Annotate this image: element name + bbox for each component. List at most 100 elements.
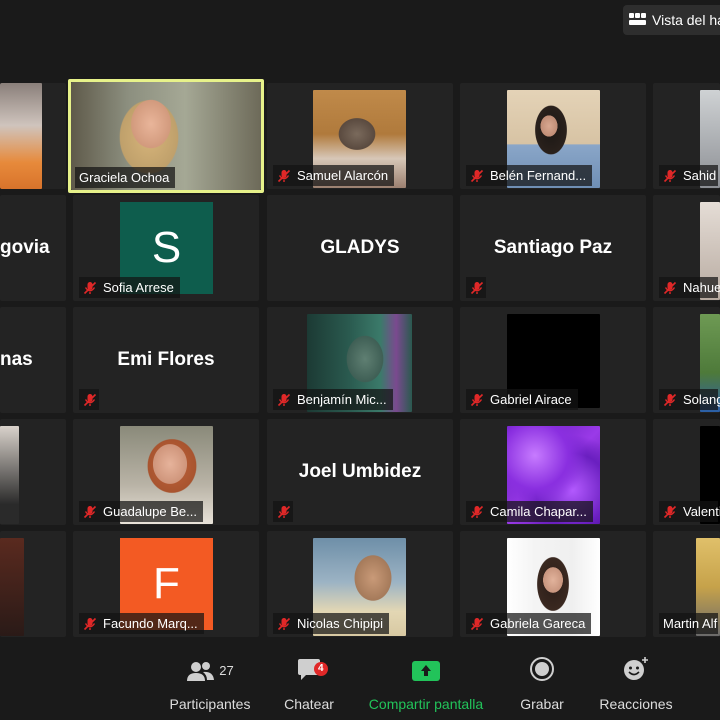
participant-name: Gabriel Airace	[490, 392, 572, 407]
record-button[interactable]: Grabar	[508, 648, 576, 720]
muted-microphone-icon	[277, 617, 291, 631]
participant-nameplate: Samuel Alarcón	[273, 165, 395, 186]
participant-nameplate: Solang	[659, 389, 720, 410]
view-mode-label: Vista del ha	[652, 12, 720, 28]
muted-microphone-icon	[83, 393, 97, 407]
chat-button[interactable]: 4 Chatear	[272, 648, 346, 720]
participant-name: Nahue	[683, 280, 720, 295]
muted-microphone-icon	[663, 169, 677, 183]
chat-unread-badge: 4	[314, 662, 328, 676]
video-tile[interactable]: govia	[0, 195, 66, 301]
participant-name: Camila Chapar...	[490, 504, 587, 519]
muted-microphone-icon	[277, 169, 291, 183]
participant-nameplate: Graciela Ochoa	[75, 167, 176, 188]
participant-name: Facundo Marq...	[103, 616, 198, 631]
video-tile[interactable]: Camila Chapar...	[460, 419, 646, 525]
video-tile[interactable]	[0, 531, 66, 637]
participant-nameplate: Facundo Marq...	[79, 613, 204, 634]
participant-name: Belén Fernand...	[490, 168, 587, 183]
participants-icon	[187, 662, 215, 681]
participant-name: Nicolas Chipipi	[297, 616, 383, 631]
participant-nameplate: Benjamín Mic...	[273, 389, 393, 410]
muted-microphone-icon	[83, 505, 97, 519]
meeting-toolbar: 27 Participantes 4 Chatear Compartir pan…	[0, 648, 720, 720]
participant-name: Gabriela Gareca	[490, 616, 586, 631]
muted-microphone-icon	[277, 505, 291, 519]
video-tile[interactable]: Sahid I	[653, 83, 720, 189]
muted-microphone-icon	[470, 281, 484, 295]
avatar-initial: S	[151, 223, 182, 272]
participant-nameplate: Belén Fernand...	[466, 165, 593, 186]
video-tile[interactable]: Belén Fernand...	[460, 83, 646, 189]
video-tile[interactable]: Nahue	[653, 195, 720, 301]
participant-nameplate: Gabriel Airace	[466, 389, 578, 410]
participant-display-name: Santiago Paz	[493, 237, 613, 258]
participant-nameplate: Gabriela Gareca	[466, 613, 592, 634]
muted-microphone-icon	[663, 505, 677, 519]
muted-microphone-icon	[470, 617, 484, 631]
video-tile[interactable]	[0, 419, 66, 525]
muted-microphone-icon	[277, 393, 291, 407]
participant-name: Solang	[683, 392, 720, 407]
view-mode-button[interactable]: Vista del ha	[623, 5, 720, 35]
record-label: Grabar	[520, 696, 564, 712]
reactions-icon	[624, 657, 648, 680]
participants-count: 27	[219, 663, 234, 678]
participant-display-name: GLADYS	[320, 237, 400, 258]
video-tile[interactable]: Santiago Paz	[460, 195, 646, 301]
reactions-label: Reacciones	[599, 696, 673, 712]
participant-nameplate: Sahid I	[659, 165, 720, 186]
video-tile-active-speaker[interactable]: Graciela Ochoa	[68, 79, 264, 193]
video-tile[interactable]: Gabriel Airace	[460, 307, 646, 413]
participant-name: Sahid I	[683, 168, 720, 183]
participant-video	[0, 83, 42, 189]
muted-microphone-icon	[83, 281, 97, 295]
participant-name: Guadalupe Be...	[103, 504, 197, 519]
video-tile[interactable]: Nicolas Chipipi	[267, 531, 453, 637]
participant-display-name: Joel Umbidez	[298, 461, 422, 482]
video-tile[interactable]: Solang	[653, 307, 720, 413]
chat-label: Chatear	[284, 696, 334, 712]
share-screen-icon	[412, 661, 440, 681]
video-tile[interactable]: nas	[0, 307, 66, 413]
participant-nameplate: Nahue	[659, 277, 720, 298]
video-tile[interactable]: Samuel Alarcón	[267, 83, 453, 189]
participant-nameplate	[466, 277, 486, 298]
video-tile[interactable]: Joel Umbidez	[267, 419, 453, 525]
participant-nameplate	[273, 501, 293, 522]
participant-video	[0, 538, 24, 636]
video-tile[interactable]: Martin Alf	[653, 531, 720, 637]
avatar-initial: F	[153, 559, 180, 608]
muted-microphone-icon	[663, 281, 677, 295]
video-tile[interactable]	[0, 83, 66, 189]
video-tile[interactable]: S Sofia Arrese	[73, 195, 259, 301]
video-tile[interactable]: GLADYS	[267, 195, 453, 301]
participant-name: Graciela Ochoa	[79, 170, 170, 185]
participant-name: Sofia Arrese	[103, 280, 174, 295]
video-tile[interactable]: Guadalupe Be...	[73, 419, 259, 525]
top-bar: Vista del ha	[0, 0, 720, 74]
participant-name: Samuel Alarcón	[297, 168, 389, 183]
participant-name: Valenti	[683, 504, 720, 519]
participant-nameplate: Guadalupe Be...	[79, 501, 203, 522]
participant-nameplate	[79, 389, 99, 410]
share-screen-button[interactable]: Compartir pantalla	[360, 648, 492, 720]
participants-label: Participantes	[169, 696, 251, 712]
muted-microphone-icon	[470, 505, 484, 519]
record-icon	[530, 657, 554, 681]
participant-nameplate: Nicolas Chipipi	[273, 613, 389, 634]
participant-nameplate: Martin Alf	[659, 613, 718, 634]
video-tile[interactable]: Gabriela Gareca	[460, 531, 646, 637]
participants-button[interactable]: 27 Participantes	[160, 648, 260, 720]
video-tile[interactable]: F Facundo Marq...	[73, 531, 259, 637]
video-tile[interactable]: Valenti	[653, 419, 720, 525]
participant-display-name: Emi Flores	[117, 349, 215, 370]
reactions-button[interactable]: Reacciones	[594, 648, 678, 720]
video-tile[interactable]: Benjamín Mic...	[267, 307, 453, 413]
participant-nameplate: Sofia Arrese	[79, 277, 180, 298]
grid-view-icon	[629, 13, 647, 27]
share-screen-label: Compartir pantalla	[368, 696, 484, 712]
participant-nameplate: Valenti	[659, 501, 720, 522]
muted-microphone-icon	[83, 617, 97, 631]
video-tile[interactable]: Emi Flores	[73, 307, 259, 413]
